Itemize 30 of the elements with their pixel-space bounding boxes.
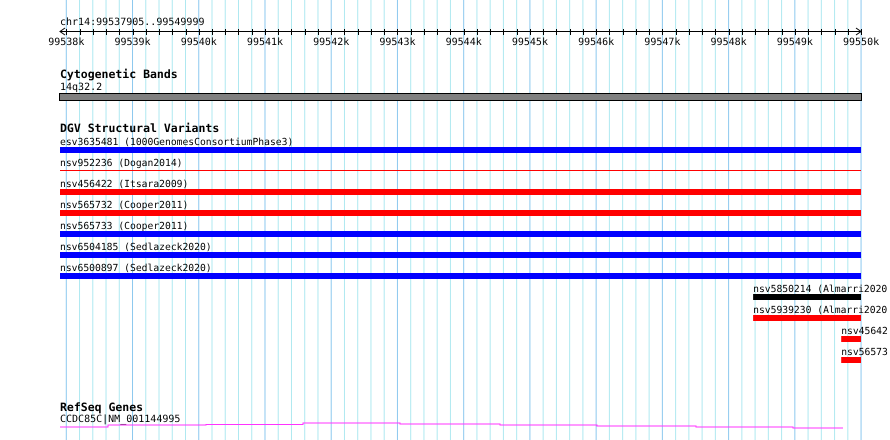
- feature-label: nsv56573: [841, 347, 888, 358]
- tick-label: 99548k: [710, 37, 747, 48]
- feature-label: nsv565733 (Cooper2011): [60, 221, 188, 232]
- track-title: RefSeq Genes: [60, 400, 144, 414]
- feature-label: nsv6500897 (Sedlazeck2020): [60, 263, 212, 274]
- track-title: Cytogenetic Bands: [60, 67, 178, 81]
- tick-label: 99541k: [246, 37, 284, 48]
- tick-label: 99539k: [114, 37, 151, 48]
- feature-label: esv3635481 (1000GenomesConsortiumPhase3): [60, 137, 294, 148]
- feature-label: nsv45642: [841, 326, 888, 337]
- location-label: chr14:99537905..99549999: [60, 17, 204, 28]
- feature-label: nsv565732 (Cooper2011): [60, 200, 188, 211]
- band-label: 14q32.2: [60, 82, 102, 93]
- feature-label: nsv456422 (Itsara2009): [60, 179, 188, 190]
- tick-label: 99543k: [379, 37, 416, 48]
- tick-label: 99540k: [180, 37, 217, 48]
- feature-label: nsv5850214 (Almarri2020: [753, 284, 888, 295]
- gene-label: CCDC85C|NM_001144995: [60, 414, 180, 425]
- tick-label: 99544k: [446, 37, 482, 48]
- track-title: DGV Structural Variants: [60, 121, 220, 135]
- feature-label: nsv5939230 (Almarri2020: [753, 305, 888, 316]
- tick-label: 99538k: [48, 37, 84, 48]
- tick-label: 99545k: [512, 37, 548, 48]
- feature-label: nsv6504185 (Sedlazeck2020): [60, 242, 212, 253]
- tick-label: 99542k: [313, 37, 350, 48]
- tick-label: 99546k: [578, 37, 614, 48]
- tick-label: 99547k: [644, 37, 680, 48]
- tick-label: 99549k: [776, 37, 813, 48]
- tick-label: 99550k: [843, 37, 880, 48]
- feature-label: nsv952236 (Dogan2014): [60, 158, 182, 169]
